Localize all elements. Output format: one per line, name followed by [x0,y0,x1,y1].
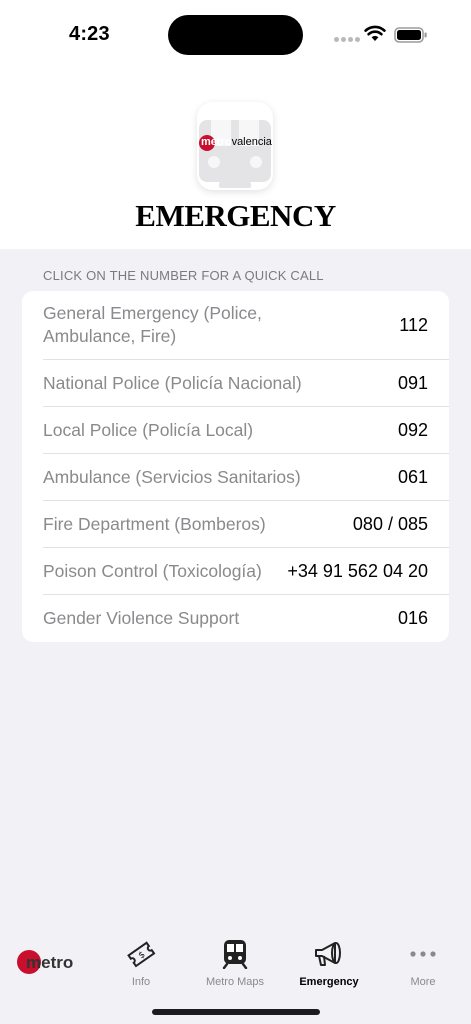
emergency-header: metrovalencia EMERGENCY [0,68,471,249]
contact-name: Fire Department (Bomberos) [43,513,266,534]
emergency-contacts-list: General Emergency (Police, Ambulance, Fi… [22,291,449,642]
page-title: EMERGENCY [135,198,336,233]
contact-number[interactable]: 092 [398,420,428,441]
contact-name: Gender Violence Support [43,607,240,628]
contact-number[interactable]: +34 91 562 04 20 [287,561,428,582]
more-icon [409,937,437,971]
ticket-icon: $ [126,937,156,971]
tab-label: Info [131,976,151,988]
contact-name: General Emergency (Police, Ambulance, Fi… [43,303,262,346]
contact-row-poison-control[interactable]: Poison Control (Toxicología) +34 91 562 … [43,548,449,594]
contact-row-local-police[interactable]: Local Police (Policía Local) 092 [43,407,449,453]
tab-label: Metro Maps [205,976,265,988]
contact-row-fire-department[interactable]: Fire Department (Bomberos) 080 / 085 [43,501,449,547]
megaphone-icon [313,937,345,971]
train-icon [221,937,249,971]
contact-name: Poison Control (Toxicología) [43,560,262,581]
contact-name: Ambulance (Servicios Sanitarios) [43,466,301,487]
wifi-icon [364,25,386,41]
tab-info[interactable]: $ Info [94,937,188,997]
metrovalencia-logo: metrovalencia [197,102,273,190]
dynamic-island [168,15,303,55]
contact-number[interactable]: 112 [399,315,428,336]
tab-label: Emergency [299,976,359,988]
contact-number[interactable]: 091 [398,373,428,394]
home-indicator[interactable] [152,1009,320,1015]
contact-number[interactable]: 016 [398,608,428,629]
tab-more[interactable]: More [376,937,470,997]
contact-number[interactable]: 061 [398,467,428,488]
tab-metro-home[interactable]: metro [0,937,94,997]
contact-name: Local Police (Policía Local) [43,419,254,440]
signal-dots-icon [334,37,360,42]
contact-row-general-emergency[interactable]: General Emergency (Police, Ambulance, Fi… [43,291,449,359]
contact-row-ambulance[interactable]: Ambulance (Servicios Sanitarios) 061 [43,454,449,500]
section-label: CLICK ON THE NUMBER FOR A QUICK CALL [43,268,324,283]
status-bar: 4:23 [0,0,471,68]
contact-number[interactable]: 080 / 085 [353,514,428,535]
metro-logo-icon: metro [17,937,77,987]
tab-emergency[interactable]: Emergency [282,937,376,997]
tab-metro-maps[interactable]: Metro Maps [188,937,282,997]
tab-label: More [410,976,436,988]
battery-icon [394,27,427,43]
contact-row-gender-violence[interactable]: Gender Violence Support 016 [43,595,449,641]
status-time: 4:23 [69,23,110,45]
contact-row-national-police[interactable]: National Police (Policía Nacional) 091 [43,360,449,406]
contact-name: National Police (Policía Nacional) [43,372,302,393]
metrovalencia-wordmark: metrovalencia [201,136,272,148]
